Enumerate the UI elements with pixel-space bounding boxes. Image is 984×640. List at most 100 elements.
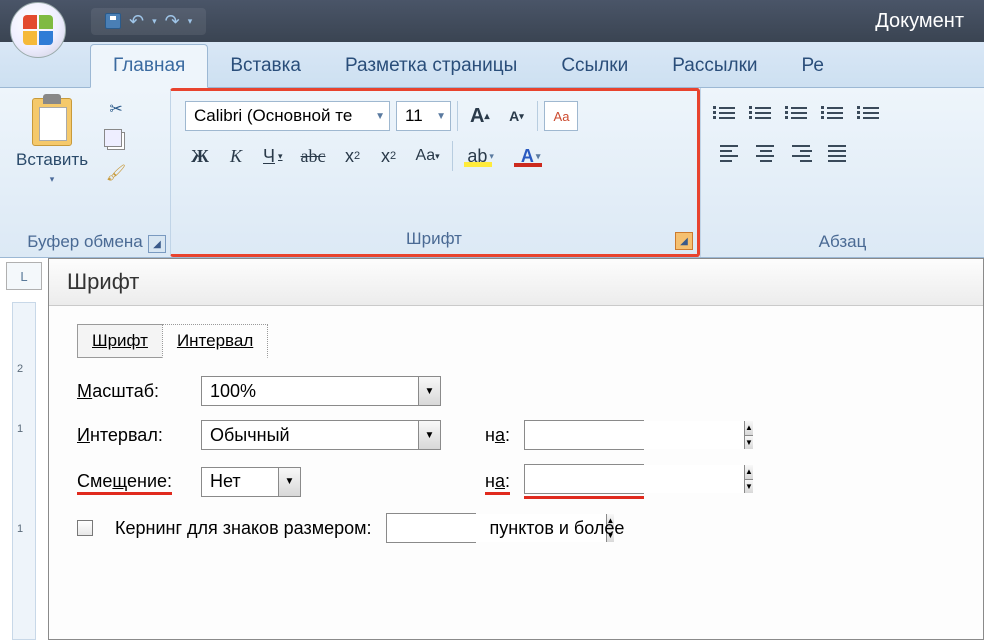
clipboard-group-label: Буфер обмена [8, 228, 162, 256]
dialog-tabs: Шрифт Интервал [77, 324, 955, 358]
font-launcher[interactable]: ◢ [675, 232, 693, 250]
copy-button[interactable] [104, 130, 128, 152]
spin-up-icon[interactable]: ▲ [745, 421, 753, 435]
align-right-button[interactable] [787, 138, 817, 168]
chevron-down-icon[interactable]: ▼ [278, 468, 300, 496]
change-case-button[interactable]: Aa▾ [410, 141, 446, 171]
tab-layout[interactable]: Разметка страницы [323, 45, 539, 87]
underline-button[interactable]: Ч▾ [257, 141, 289, 171]
undo-dropdown-icon[interactable]: ▾ [152, 16, 157, 27]
kerning-row: Кернинг для знаков размером: ▲▼ пунктов … [77, 513, 955, 543]
save-icon[interactable] [105, 13, 121, 29]
redo-icon[interactable]: ↷ [165, 11, 180, 32]
tab-mailings[interactable]: Рассылки [650, 45, 779, 87]
group-clipboard: Вставить ▾ ✂ 🖌 Буфер обмена ◢ [0, 88, 170, 257]
numbering-button[interactable] [751, 98, 781, 128]
clear-formatting-button[interactable]: Aa [544, 101, 578, 131]
chevron-down-icon[interactable]: ▼ [369, 111, 385, 122]
spacing-row: Интервал: Обычный ▼ на: ▲▼ [77, 420, 955, 450]
position-label: Смещение: [77, 471, 187, 492]
font-size-value: 11 [405, 106, 423, 126]
chevron-down-icon[interactable]: ▼ [430, 111, 446, 122]
kerning-label: Кернинг для знаков размером: [115, 518, 372, 539]
qat-customize-icon[interactable]: ▾ [188, 16, 193, 27]
position-by-label: на: [485, 471, 510, 492]
highlight-underline [524, 496, 644, 499]
subscript-button[interactable]: x2 [338, 141, 368, 171]
separator [452, 141, 453, 171]
strikethrough-button[interactable]: abc [295, 141, 332, 171]
paste-button[interactable]: Вставить ▾ [8, 94, 96, 189]
spacing-value: Обычный [210, 425, 290, 446]
paste-icon [32, 98, 72, 146]
position-value: Нет [210, 471, 241, 492]
kerning-suffix: пунктов и более [490, 518, 625, 539]
dialog-tab-font[interactable]: Шрифт [77, 324, 163, 358]
spacing-dropdown[interactable]: Обычный ▼ [201, 420, 441, 450]
copy-icon [107, 132, 125, 150]
tab-insert[interactable]: Вставка [208, 45, 323, 87]
group-font: Calibri (Основной те ▼ 11 ▼ A▴ A▾ Aa Ж К… [170, 88, 700, 257]
position-dropdown[interactable]: Нет ▼ [201, 467, 301, 497]
justify-button[interactable] [823, 138, 853, 168]
font-name-combo[interactable]: Calibri (Основной те ▼ [185, 101, 390, 131]
chevron-down-icon[interactable]: ▼ [418, 377, 440, 405]
scale-dropdown[interactable]: 100% ▼ [201, 376, 441, 406]
italic-button[interactable]: К [221, 141, 251, 171]
cut-button[interactable]: ✂ [104, 98, 128, 120]
multilevel-button[interactable] [787, 98, 817, 128]
position-by-input[interactable] [525, 465, 744, 493]
spacing-by-label: на: [485, 425, 510, 446]
position-by-spinner[interactable]: ▲▼ [524, 464, 644, 494]
decrease-indent-button[interactable] [823, 98, 853, 128]
format-painter-button[interactable]: 🖌 [104, 162, 128, 184]
paste-dropdown-icon[interactable]: ▾ [50, 174, 55, 185]
separator [457, 101, 458, 131]
position-row: Смещение: Нет ▼ на: ▲▼ [77, 464, 955, 499]
align-center-button[interactable] [751, 138, 781, 168]
quick-access-toolbar: ↶ ▾ ↷ ▾ [91, 8, 206, 35]
tab-review[interactable]: Ре [780, 45, 846, 87]
spacing-label: Интервал: [77, 425, 187, 446]
font-color-button[interactable]: A▾ [509, 141, 553, 171]
ruler-corner[interactable]: L [6, 262, 42, 290]
scale-value: 100% [210, 381, 256, 402]
paragraph-group-label: Абзац [709, 228, 976, 256]
paste-label: Вставить [16, 150, 88, 170]
ribbon: Вставить ▾ ✂ 🖌 Буфер обмена ◢ Calibri (О… [0, 88, 984, 258]
chevron-down-icon[interactable]: ▼ [418, 421, 440, 449]
ribbon-tabs: Главная Вставка Разметка страницы Ссылки… [0, 42, 984, 88]
spacing-by-input[interactable] [525, 421, 744, 449]
group-paragraph: Абзац [700, 88, 984, 257]
kerning-checkbox[interactable] [77, 520, 93, 536]
spin-down-icon[interactable]: ▼ [745, 435, 753, 450]
spacing-by-spinner[interactable]: ▲▼ [524, 420, 644, 450]
superscript-button[interactable]: x2 [374, 141, 404, 171]
kerning-spinner[interactable]: ▲▼ [386, 513, 476, 543]
tab-home[interactable]: Главная [90, 44, 208, 88]
spin-up-icon[interactable]: ▲ [745, 465, 753, 479]
font-group-label: Шрифт [179, 225, 689, 253]
vertical-ruler: 2 1 1 [12, 302, 36, 640]
font-size-combo[interactable]: 11 ▼ [396, 101, 451, 131]
left-rail: L 2 1 1 [0, 258, 48, 640]
align-left-button[interactable] [715, 138, 745, 168]
dialog-tab-interval[interactable]: Интервал [162, 324, 268, 358]
grow-font-button[interactable]: A▴ [464, 101, 495, 131]
highlight-button[interactable]: ab▾ [459, 141, 503, 171]
clipboard-launcher[interactable]: ◢ [148, 235, 166, 253]
document-area: L 2 1 1 Шрифт Шрифт Интервал Масштаб: 10… [0, 258, 984, 640]
office-logo-icon [23, 15, 53, 45]
separator [537, 101, 538, 131]
shrink-font-button[interactable]: A▾ [501, 101, 531, 131]
font-name-value: Calibri (Основной те [194, 106, 352, 126]
bullets-button[interactable] [715, 98, 745, 128]
tab-references[interactable]: Ссылки [539, 45, 650, 87]
font-dialog: Шрифт Шрифт Интервал Масштаб: 100% ▼ Инт… [48, 258, 984, 640]
spin-down-icon[interactable]: ▼ [745, 479, 753, 494]
office-button[interactable] [10, 2, 66, 58]
undo-icon[interactable]: ↶ [129, 11, 144, 32]
bold-button[interactable]: Ж [185, 141, 215, 171]
scale-label: Масштаб: [77, 381, 187, 402]
increase-indent-button[interactable] [859, 98, 889, 128]
